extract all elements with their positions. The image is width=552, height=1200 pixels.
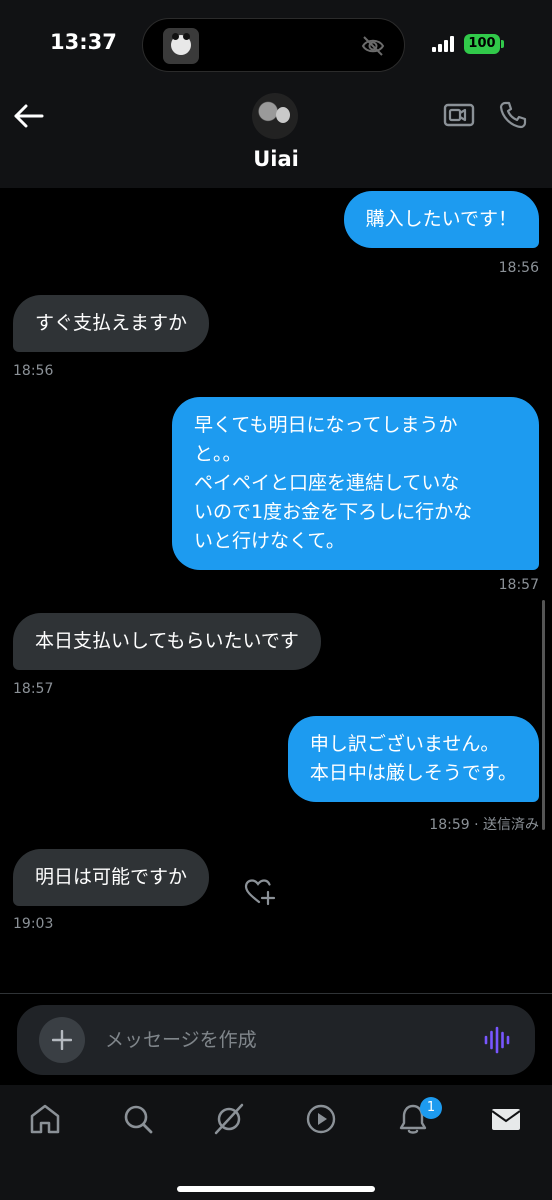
home-indicator[interactable] — [177, 1186, 375, 1192]
video-call-icon[interactable] — [443, 102, 475, 128]
hidden-eye-icon — [361, 36, 385, 56]
messages-icon[interactable] — [489, 1102, 523, 1136]
grok-icon[interactable] — [212, 1102, 246, 1136]
message-timestamp: 18:59 · 送信済み — [429, 817, 539, 833]
message-timestamp: 19:03 — [13, 916, 54, 932]
conversation-header: Uiai — [0, 90, 552, 188]
message-timestamp: 18:57 — [498, 577, 539, 593]
phone-icon[interactable] — [498, 100, 528, 130]
plus-icon — [52, 1030, 72, 1050]
add-media-button[interactable] — [39, 1017, 85, 1063]
message-timestamp: 18:56 — [498, 260, 539, 276]
dynamic-island[interactable] — [142, 18, 405, 72]
contact-name[interactable]: Uiai — [0, 147, 552, 171]
home-icon[interactable] — [28, 1102, 62, 1136]
battery-nub — [501, 40, 504, 48]
search-icon[interactable] — [121, 1102, 155, 1136]
cellular-signal-icon — [432, 36, 458, 52]
bottom-navigation: 1 — [0, 1085, 552, 1200]
scrollbar[interactable] — [542, 600, 545, 830]
contact-avatar[interactable] — [252, 93, 298, 139]
back-arrow-icon[interactable] — [12, 102, 46, 130]
outgoing-message[interactable]: 購入したいです！ — [343, 191, 539, 248]
battery-indicator: 100 — [464, 34, 500, 54]
status-time: 13:37 — [50, 30, 117, 54]
video-icon[interactable] — [304, 1102, 338, 1136]
message-timestamp: 18:57 — [13, 681, 54, 697]
now-playing-thumbnail — [163, 28, 199, 64]
status-bar: 13:37 100 — [0, 0, 552, 90]
message-input[interactable] — [105, 1020, 465, 1060]
voice-message-icon[interactable] — [483, 1026, 511, 1054]
message-composer — [17, 1005, 535, 1075]
outgoing-message[interactable]: 早くても明日になってしまうか と。。 ペイペイと口座を連結していな いので1度お… — [172, 397, 539, 570]
divider — [0, 993, 552, 994]
add-reaction-heart-icon[interactable] — [244, 878, 276, 906]
notification-badge: 1 — [420, 1097, 442, 1119]
message-timestamp: 18:56 — [13, 363, 54, 379]
incoming-message[interactable]: すぐ支払えますか — [13, 295, 210, 352]
message-list[interactable]: 購入したいです！ 18:56 すぐ支払えますか 18:56 早くても明日になって… — [0, 188, 552, 993]
incoming-message[interactable]: 本日支払いしてもらいたいです — [13, 613, 321, 670]
incoming-message[interactable]: 明日は可能ですか — [13, 849, 210, 906]
outgoing-message[interactable]: 申し訳ございません。 本日中は厳しそうです。 — [287, 716, 539, 802]
